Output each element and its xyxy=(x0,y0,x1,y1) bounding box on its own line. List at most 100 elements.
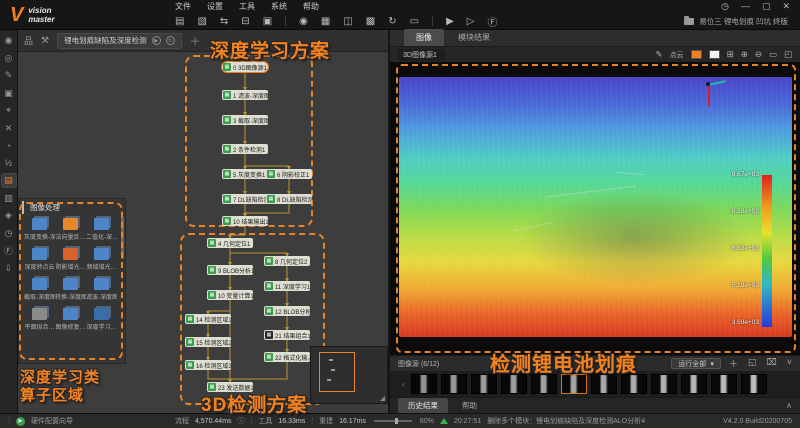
flow-node[interactable]: ▦ 6 阴影校正1 xyxy=(266,169,312,179)
menu-item-帮助[interactable]: 帮助 xyxy=(303,1,319,12)
export-tool-icon[interactable]: ⇩ xyxy=(2,262,16,275)
flow-node[interactable]: ▦ 0 3D图像源1 xyxy=(221,61,269,73)
add-flow-button[interactable]: ＋ xyxy=(190,33,201,49)
image-thumbnail[interactable] xyxy=(710,374,737,394)
add-folder-icon[interactable]: ◱ xyxy=(748,357,757,370)
flow-node[interactable]: ▦ 15 检测区域2 xyxy=(185,337,231,347)
minimap-resize-handle[interactable] xyxy=(380,396,385,401)
flow-node[interactable]: ▦3 截取-深度图1 xyxy=(222,115,268,125)
minimap-viewport[interactable] xyxy=(319,352,355,392)
image-thumbnail[interactable] xyxy=(650,374,677,394)
info-icon[interactable]: ⓘ xyxy=(238,416,245,426)
one-to-one-icon[interactable]: ▭ xyxy=(769,49,777,60)
run-all-button[interactable]: 运行全部 ▾ xyxy=(671,358,721,369)
save-icon[interactable]: ▤ xyxy=(175,16,184,27)
histogram-tool-icon[interactable]: ▥ xyxy=(2,192,16,205)
flow-minimap[interactable] xyxy=(310,346,388,404)
frame-tool-icon[interactable]: ▣ xyxy=(2,87,16,100)
flow-node[interactable]: ▦22 格式化输入1 xyxy=(264,352,310,362)
maximize-icon[interactable]: ▢ xyxy=(762,1,771,12)
window-layout-icon[interactable]: ▣ xyxy=(263,16,272,27)
thumb-scroll-left-icon[interactable]: ‹ xyxy=(402,380,405,389)
zoom-slider[interactable] xyxy=(373,418,412,424)
run-loop-icon[interactable]: ↻ xyxy=(165,36,175,45)
pointcloud-label[interactable]: 点云 xyxy=(670,50,684,60)
flow-node[interactable]: ▦ 8 几何定位2 xyxy=(264,256,310,266)
image-thumbnail[interactable] xyxy=(500,374,527,394)
flow-node[interactable]: ▦ 11 深度学习1 xyxy=(264,281,310,291)
run-once-icon[interactable]: ▶ xyxy=(446,16,454,27)
image-thumbnail[interactable] xyxy=(470,374,497,394)
grid-view-icon[interactable]: ▦ xyxy=(321,16,330,27)
close-icon[interactable]: ✕ xyxy=(782,1,790,12)
camera-tool-icon[interactable]: ◉ xyxy=(2,34,16,47)
collapse-icon[interactable]: ˅ xyxy=(787,357,792,370)
flow-node[interactable]: ▦ 5 灰度变换1 xyxy=(222,169,268,179)
source-chip[interactable]: 3D图像源1 xyxy=(398,48,445,61)
flow-node[interactable]: ▦1 滤波-深度图1 xyxy=(222,90,268,100)
measure-tool-icon[interactable]: ✕ xyxy=(2,122,16,135)
drag-handle-icon[interactable]: ⁞ xyxy=(8,418,10,425)
heatmap-view[interactable]: 9.67e+03 8.18e+03 6.68e+03 5.19e+03 3.69e+03 xyxy=(390,62,800,355)
flow-node[interactable]: ▦8 DL缺陷检测2 xyxy=(266,194,312,204)
fullscreen-icon[interactable]: ◰ xyxy=(784,49,792,60)
palette-item[interactable]: 法向量反… xyxy=(55,218,86,241)
minimize-icon[interactable]: — xyxy=(741,1,750,12)
flow-node[interactable]: ▦ 14 检测区域1 xyxy=(185,314,231,324)
flow-tab[interactable]: 锂电划痕缺陷及深度检测 ▶ ↻ xyxy=(57,32,182,49)
tab-帮助[interactable]: 帮助 xyxy=(452,398,487,413)
history-tool-icon[interactable]: ◷ xyxy=(2,227,16,240)
flow-node[interactable]: ▦ 16 检测区域3 xyxy=(185,360,231,370)
wizard-label[interactable]: 硬件配置向导 xyxy=(31,416,73,426)
collapse-flow-icon[interactable]: ⊟ xyxy=(241,16,249,27)
tab-模块结果[interactable]: 模块结果 xyxy=(446,29,502,46)
image-thumbnail[interactable] xyxy=(410,374,437,394)
compare-tool-icon[interactable]: ½ xyxy=(2,157,16,170)
palette-item[interactable]: 阴影增光… xyxy=(55,248,86,271)
image-thumbnail[interactable] xyxy=(440,374,467,394)
palette-item[interactable]: 转换-深度图 xyxy=(55,278,86,301)
open-icon[interactable]: ▧ xyxy=(197,16,206,27)
image-thumbnail[interactable] xyxy=(680,374,707,394)
edit-tool-icon[interactable]: ✎ xyxy=(2,69,16,82)
image-thumbnail[interactable] xyxy=(740,374,767,394)
zoom-out-icon[interactable]: ⊖ xyxy=(755,49,762,60)
camera-icon[interactable]: ◉ xyxy=(299,16,308,27)
fit-window-icon[interactable]: ⊞ xyxy=(727,49,734,60)
run-continuous-icon[interactable]: ▷ xyxy=(467,16,475,27)
image-thumbnail[interactable] xyxy=(560,374,587,394)
clock-icon[interactable]: ◷ xyxy=(721,1,729,12)
module-list-icon[interactable]: ◫ xyxy=(343,16,352,27)
flow-settings-icon[interactable]: ⚒ xyxy=(41,35,49,46)
image-thumbnail[interactable] xyxy=(530,374,557,394)
menu-item-系统[interactable]: 系统 xyxy=(271,1,287,12)
menu-item-工具[interactable]: 工具 xyxy=(239,1,255,12)
flow-node[interactable]: ▦ 9 BLOB分析1 xyxy=(207,265,253,275)
flow-list-icon[interactable]: 品 xyxy=(24,34,33,47)
formula-tool-icon[interactable]: Ⓕ xyxy=(2,244,16,257)
tab-历史结果[interactable]: 历史结果 xyxy=(398,398,448,413)
palette-item[interactable]: 滤波-深度图 xyxy=(86,278,117,301)
color-tool-icon[interactable]: ◔ xyxy=(2,139,16,152)
image-ops-tool-icon[interactable]: ▤ xyxy=(1,174,16,187)
menu-item-文件[interactable]: 文件 xyxy=(175,1,191,12)
flow-node[interactable]: ▦ 2 条件检测1 xyxy=(222,144,268,154)
run-once-icon[interactable]: ▶ xyxy=(151,36,161,45)
palette-item[interactable]: 图像修复… xyxy=(55,308,86,331)
add-icon[interactable]: ＋ xyxy=(729,357,738,370)
color-swatch-white[interactable] xyxy=(708,50,720,59)
focus-tool-icon[interactable]: ⌖ xyxy=(2,104,16,117)
palette-scrollbar[interactable] xyxy=(121,217,124,259)
flow-node[interactable]: ▦12 BLOB分析2 xyxy=(264,306,310,316)
image-thumbnail[interactable] xyxy=(590,374,617,394)
collapse-up-icon[interactable]: ∧ xyxy=(786,401,792,410)
palette-item[interactable]: 深度转点云 xyxy=(24,248,55,271)
flow-node[interactable]: ▦ 4 几何定位1 xyxy=(207,238,253,248)
palette-item[interactable]: 频域增光… xyxy=(86,248,117,271)
flow-node[interactable]: ▦ 10 变量计算1 xyxy=(207,290,253,300)
import-export-icon[interactable]: ⇆ xyxy=(220,16,228,27)
panel-layout-icon[interactable]: ▭ xyxy=(410,16,419,27)
refresh-icon[interactable]: ↻ xyxy=(388,16,396,27)
palette-item[interactable]: 平面拟合… xyxy=(24,308,55,331)
flow-node[interactable]: ▦ 21 结果组合1 xyxy=(264,330,310,340)
